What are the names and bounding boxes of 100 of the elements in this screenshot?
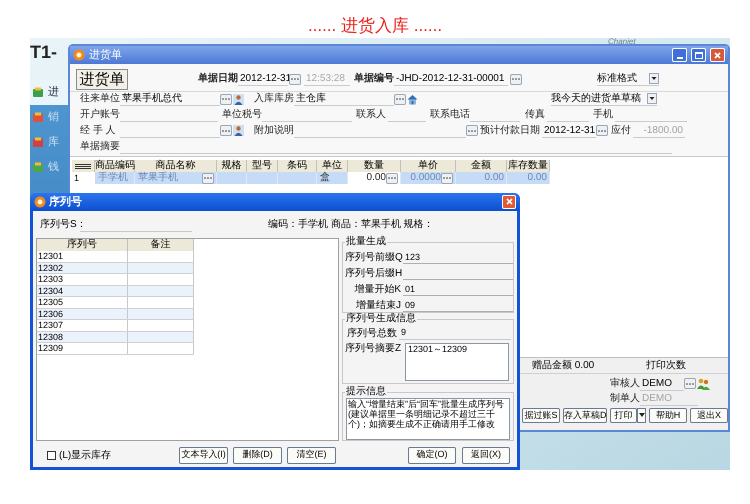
field-label: 联系电话 xyxy=(430,108,470,122)
checkbox[interactable] xyxy=(47,450,56,460)
print-menu-button[interactable] xyxy=(637,408,646,422)
more-button[interactable] xyxy=(289,74,301,84)
field-label: 入库库房 xyxy=(254,92,294,106)
column-header[interactable]: 单位 xyxy=(317,160,348,172)
field-label: 序列号S： xyxy=(40,218,80,232)
table-cell: 12302 xyxy=(37,262,128,274)
text-field[interactable]: -JHD-2012-12-31-00001 xyxy=(394,72,508,86)
field-label: 单据摘要 xyxy=(80,140,120,154)
column-header[interactable]: 商品编码 xyxy=(95,160,135,172)
field-label: 传真 xyxy=(525,108,546,122)
toolbar-button[interactable]: 打印 xyxy=(610,408,637,422)
field-label: 增量结束J xyxy=(355,300,401,312)
text-field[interactable]: 123 xyxy=(403,250,513,264)
column-header[interactable]: 库存数量 xyxy=(507,160,550,172)
field-label: 开户账号 xyxy=(80,108,120,122)
field-label: 序列号后缀H xyxy=(345,268,401,280)
column-header[interactable]: 商品名称 xyxy=(135,160,217,172)
more-button[interactable] xyxy=(510,74,522,84)
text-field[interactable]: 主仓库 xyxy=(294,92,394,106)
dialog-button[interactable]: 删除(D) xyxy=(233,446,282,464)
text-field[interactable]: 苹果手机总代 xyxy=(120,92,220,106)
more-button[interactable] xyxy=(684,378,696,389)
window-title: 进货单 xyxy=(89,48,123,63)
toolbar-button[interactable]: 存入草稿D xyxy=(563,408,607,422)
dialog-button[interactable]: 确定(O) xyxy=(408,446,456,464)
sidebar-label: 钱 xyxy=(48,160,59,176)
field-label: 附加说明 xyxy=(254,124,294,138)
hint-text-box[interactable]: 输入“增量结束”后“回车”批量生成序列号(建议单据里一条明细记录不超过三千个)；如摘要生成不正确请用手工修改 xyxy=(346,398,510,440)
field-label: 单据日期 xyxy=(198,72,238,86)
field-label: 往来单位 xyxy=(80,92,120,106)
table-row[interactable]: 1 手学机 苹果手机 盒 0.00 0.0000 0.00 0.00 xyxy=(72,172,550,184)
more-button[interactable] xyxy=(202,172,214,184)
text-field[interactable]: 09 xyxy=(403,298,513,312)
close-icon xyxy=(714,52,721,58)
close-button[interactable] xyxy=(502,194,516,209)
column-header[interactable]: 备注 xyxy=(128,239,194,252)
column-header[interactable]: 型号 xyxy=(247,160,278,172)
corner-text: Chaniet xyxy=(608,37,636,46)
table-cell: 12308 xyxy=(37,332,128,342)
column-header[interactable]: 数量 xyxy=(348,160,401,172)
text-field[interactable]: 01 xyxy=(403,282,513,296)
table-cell: 0.00 xyxy=(456,172,507,184)
close-button[interactable] xyxy=(710,48,725,62)
print-count-label: 打印次数 xyxy=(646,358,686,373)
field-label: 序列号前缀Q xyxy=(345,252,401,264)
maximize-button[interactable] xyxy=(691,48,706,62)
more-button[interactable] xyxy=(466,125,478,136)
text-field[interactable]: 2012-12-31 xyxy=(238,72,288,86)
more-button[interactable] xyxy=(596,125,608,136)
column-header[interactable]: 序列号 xyxy=(37,239,128,252)
minimize-button[interactable] xyxy=(672,48,687,62)
table-cell: 12305 xyxy=(37,297,128,308)
table-cell: 12301 xyxy=(37,251,128,262)
sidebar-item[interactable]: 进 xyxy=(30,80,68,105)
table-cell: 12306 xyxy=(37,308,128,320)
toolbar-button[interactable]: 帮助H xyxy=(649,408,687,422)
summary-box[interactable]: 12301～12309 xyxy=(405,343,509,382)
person-icon xyxy=(233,94,244,104)
column-header[interactable]: 单价 xyxy=(401,160,456,172)
more-button[interactable] xyxy=(441,172,453,184)
more-button[interactable] xyxy=(220,94,232,104)
column-header[interactable]: 规格 xyxy=(217,160,247,172)
field-label: 单位税号 xyxy=(222,108,262,122)
more-button[interactable] xyxy=(386,172,398,184)
gift-amount: 赠品金额 0.00 xyxy=(532,358,596,373)
dialog-button[interactable]: 返回(X) xyxy=(462,446,510,464)
more-button[interactable] xyxy=(220,125,232,136)
dialog-button[interactable]: 清空(E) xyxy=(287,446,336,464)
table-cell: 苹果手机 xyxy=(135,172,217,184)
column-header[interactable]: 金额 xyxy=(456,160,507,172)
group-title: 批量生成 xyxy=(345,236,387,248)
field-label: 单据编号 xyxy=(354,72,394,86)
field-label: 应付 xyxy=(611,124,632,138)
draft-dropdown[interactable]: 我今天的进货单草稿 xyxy=(551,92,657,106)
field-label: 审核人 xyxy=(610,376,640,390)
form-heading: 进货单 xyxy=(76,68,128,90)
house-icon xyxy=(407,94,418,104)
field-label: 经 手 人 xyxy=(80,124,117,138)
format-dropdown[interactable]: 标准格式 xyxy=(597,72,659,86)
toolbar-button[interactable]: 退出X xyxy=(690,408,728,422)
app-icon xyxy=(73,49,85,61)
checkbox-label: (L)显示库存 xyxy=(59,448,112,463)
field-label: 序列号总数 xyxy=(347,328,398,340)
text-field[interactable]: 9 xyxy=(399,326,511,340)
table-cell: 0.00 xyxy=(348,172,401,184)
dialog-button[interactable]: 文本导入(I) xyxy=(179,446,228,464)
table-cell: 0.0000 xyxy=(401,172,456,184)
column-header[interactable]: 条码 xyxy=(278,160,317,172)
field-label: 增量开始K xyxy=(353,284,401,296)
group-title: 提示信息 xyxy=(345,386,387,398)
product-info: 编码：手学机 商品：苹果手机 规格： xyxy=(268,218,434,232)
more-button[interactable] xyxy=(394,94,406,104)
maximize-icon xyxy=(694,52,702,58)
table-cell: 手学机 xyxy=(95,172,135,184)
table-cell: 12309 xyxy=(37,343,128,354)
dialog-title: 序列号 xyxy=(49,194,83,210)
handle-icon[interactable] xyxy=(72,160,95,172)
toolbar-button[interactable]: 据过账S xyxy=(522,408,560,422)
